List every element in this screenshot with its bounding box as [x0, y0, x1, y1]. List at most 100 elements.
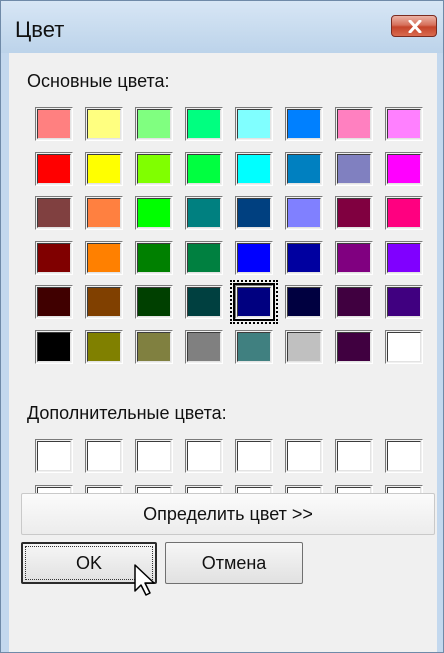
basic-color-swatch[interactable]	[285, 196, 323, 230]
basic-color-swatch-fill	[387, 109, 421, 139]
basic-color-swatch-fill	[287, 331, 321, 362]
custom-color-swatch-fill	[37, 441, 71, 471]
basic-color-swatch-fill	[237, 331, 271, 362]
basic-color-swatch-fill	[187, 242, 221, 273]
basic-color-swatch-fill	[137, 198, 171, 228]
basic-color-swatch[interactable]	[135, 107, 173, 141]
custom-color-swatch[interactable]	[385, 439, 423, 473]
basic-color-swatch[interactable]	[35, 107, 73, 141]
basic-color-swatch[interactable]	[185, 240, 223, 275]
basic-color-swatch[interactable]	[285, 240, 323, 275]
basic-color-swatch[interactable]	[185, 285, 223, 319]
basic-color-swatch-fill	[37, 287, 71, 317]
basic-color-swatch-fill	[287, 242, 321, 273]
basic-color-swatch[interactable]	[235, 107, 273, 141]
basic-color-swatch[interactable]	[135, 285, 173, 319]
custom-color-swatch-fill	[137, 441, 171, 471]
basic-color-swatch-fill	[37, 331, 71, 362]
title-bar[interactable]: Цвет	[1, 1, 443, 53]
close-button[interactable]	[391, 15, 437, 37]
custom-color-swatch[interactable]	[285, 439, 323, 473]
custom-color-swatch[interactable]	[185, 439, 223, 473]
basic-color-swatch[interactable]	[35, 196, 73, 230]
basic-color-swatch[interactable]	[35, 240, 73, 275]
basic-color-swatch-fill	[87, 287, 121, 317]
basic-color-swatch[interactable]	[235, 196, 273, 230]
basic-color-swatch-fill	[337, 153, 371, 184]
basic-color-swatch[interactable]	[185, 329, 223, 364]
basic-color-swatch[interactable]	[385, 151, 423, 186]
basic-color-swatch-fill	[387, 242, 421, 273]
basic-color-swatch-fill	[387, 287, 421, 317]
basic-color-swatch[interactable]	[235, 329, 273, 364]
basic-color-swatch-fill	[137, 287, 171, 317]
color-dialog: Цвет Основные цвета: Дополнительные цвет…	[0, 0, 444, 653]
custom-color-swatch[interactable]	[135, 439, 173, 473]
basic-color-swatch[interactable]	[185, 151, 223, 186]
basic-color-swatch[interactable]	[285, 329, 323, 364]
basic-color-swatch-fill	[287, 198, 321, 228]
basic-color-swatch[interactable]	[85, 285, 123, 319]
basic-color-swatch[interactable]	[35, 151, 73, 186]
basic-color-swatch[interactable]	[185, 107, 223, 141]
basic-color-swatch[interactable]	[135, 329, 173, 364]
basic-color-swatch[interactable]	[85, 240, 123, 275]
define-custom-color-button[interactable]: Определить цвет >>	[21, 493, 435, 535]
custom-color-swatch[interactable]	[35, 439, 73, 473]
basic-color-swatch[interactable]	[285, 151, 323, 186]
basic-color-swatch-fill	[87, 331, 121, 362]
basic-color-swatch[interactable]	[335, 151, 373, 186]
mouse-pointer-icon	[134, 564, 155, 596]
basic-color-swatch[interactable]	[235, 240, 273, 275]
basic-color-swatch[interactable]	[285, 285, 323, 319]
basic-color-swatch-fill	[287, 153, 321, 184]
basic-color-swatch[interactable]	[385, 196, 423, 230]
basic-color-swatch-fill	[387, 331, 421, 362]
basic-color-swatch[interactable]	[85, 151, 123, 186]
basic-color-swatch[interactable]	[385, 240, 423, 275]
cancel-button[interactable]: Отмена	[165, 542, 303, 584]
basic-color-swatch[interactable]	[185, 196, 223, 230]
basic-color-swatch[interactable]	[385, 329, 423, 364]
custom-colors-label: Дополнительные цвета:	[27, 403, 227, 423]
basic-color-swatch-fill	[337, 287, 371, 317]
basic-color-swatch-fill	[87, 153, 121, 184]
basic-color-swatch[interactable]	[285, 107, 323, 141]
basic-color-swatch-fill	[337, 331, 371, 362]
basic-color-swatch[interactable]	[35, 329, 73, 364]
basic-color-swatch[interactable]	[85, 196, 123, 230]
basic-color-swatch-fill	[337, 242, 371, 273]
custom-color-swatch[interactable]	[235, 439, 273, 473]
basic-color-swatch[interactable]	[335, 285, 373, 319]
custom-color-swatch[interactable]	[335, 439, 373, 473]
basic-color-swatch[interactable]	[335, 196, 373, 230]
basic-color-swatch[interactable]	[135, 151, 173, 186]
basic-color-swatch-fill	[37, 242, 71, 273]
define-custom-color-label: Определить цвет >>	[143, 504, 313, 524]
basic-color-swatch-fill	[237, 242, 271, 273]
basic-color-swatch[interactable]	[335, 240, 373, 275]
custom-color-swatch[interactable]	[85, 439, 123, 473]
basic-color-swatch-fill	[137, 109, 171, 139]
basic-color-swatch[interactable]	[385, 107, 423, 141]
basic-color-swatch-fill	[237, 153, 271, 184]
custom-color-swatch-fill	[187, 441, 221, 471]
basic-color-swatch[interactable]	[35, 285, 73, 319]
basic-color-swatch-fill	[87, 198, 121, 228]
custom-color-swatch-fill	[87, 441, 121, 471]
basic-color-swatch-fill	[137, 331, 171, 362]
basic-color-swatch[interactable]	[335, 107, 373, 141]
basic-color-swatch-fill	[137, 153, 171, 184]
basic-color-swatch-fill	[137, 242, 171, 273]
basic-color-swatch[interactable]	[385, 285, 423, 319]
basic-color-swatch[interactable]	[85, 107, 123, 141]
basic-color-swatch[interactable]	[135, 240, 173, 275]
basic-color-swatch-fill	[337, 198, 371, 228]
basic-color-swatch-fill	[337, 109, 371, 139]
basic-color-swatch[interactable]	[85, 329, 123, 364]
selected-color-swatch[interactable]	[230, 280, 278, 324]
basic-color-swatch[interactable]	[335, 329, 373, 364]
basic-color-swatch[interactable]	[135, 196, 173, 230]
basic-color-swatch[interactable]	[235, 151, 273, 186]
basic-color-swatch-fill	[237, 287, 271, 317]
